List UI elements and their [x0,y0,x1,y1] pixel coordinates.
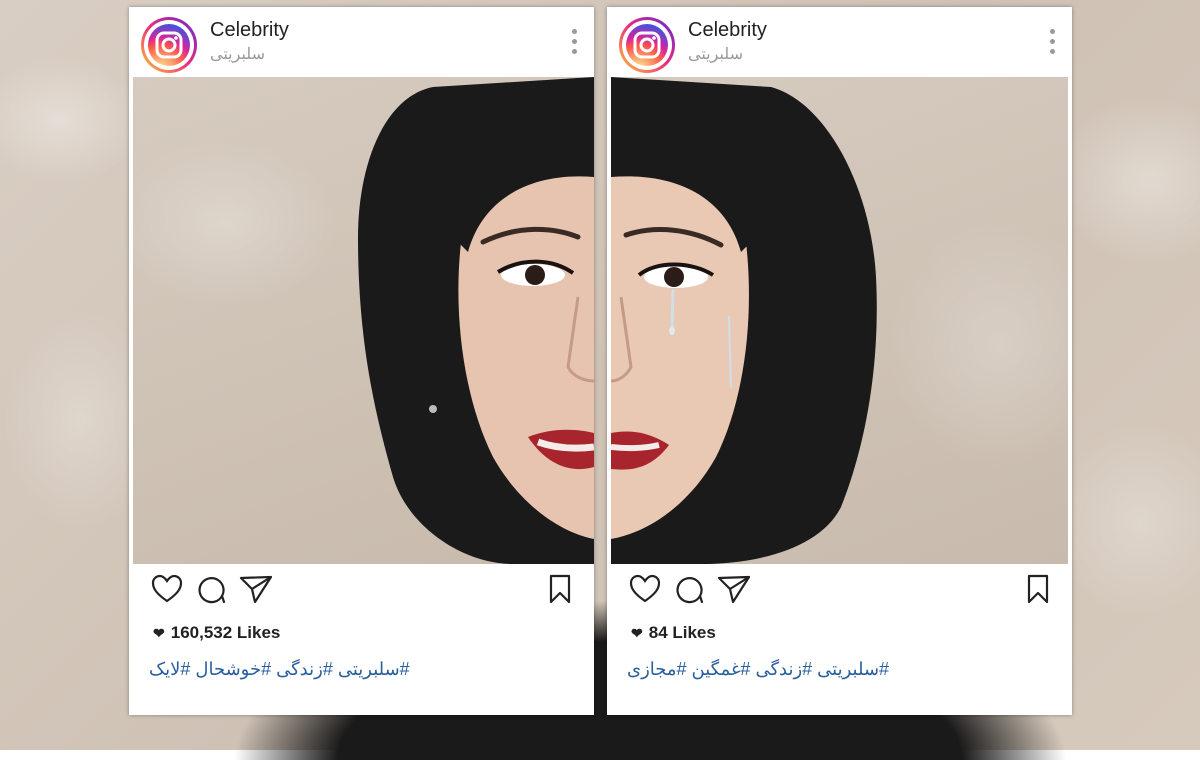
post-card-sad: Celebrity سلبریتی ❤ 84 Likes #سلبریتی #ز… [607,7,1072,715]
comment-icon[interactable] [196,574,226,604]
like-count-text: 160,532 Likes [170,623,281,642]
comment-icon[interactable] [674,574,704,604]
post-card-happy: Celebrity سلبریتی ❤ 160,532 Likes #سلبری… [129,7,594,715]
action-bar [629,574,1050,614]
post-photo [133,77,594,564]
username[interactable]: Celebrity [210,19,289,42]
bookmark-icon[interactable] [548,574,572,604]
share-icon[interactable] [239,574,273,604]
profile-avatar[interactable] [141,17,197,73]
more-options-icon[interactable] [1050,29,1056,57]
more-options-icon[interactable] [572,29,578,57]
share-icon[interactable] [717,574,751,604]
heart-filled-icon: ❤ [631,625,643,641]
post-photo [611,77,1068,564]
profile-avatar[interactable] [619,17,675,73]
hashtags[interactable]: #سلبریتی #زندگی #غمگین #مجازی [627,659,889,680]
user-subtitle: سلبریتی [210,46,265,63]
heart-filled-icon: ❤ [153,625,165,641]
username[interactable]: Celebrity [688,19,767,42]
bookmark-icon[interactable] [1026,574,1050,604]
like-count-text: 84 Likes [648,623,716,642]
user-subtitle: سلبریتی [688,46,743,63]
hashtags[interactable]: #سلبریتی #زندگی #خوشحال #لایک [149,659,410,680]
like-count: ❤ 160,532 Likes [153,623,280,643]
heart-icon[interactable] [151,574,183,604]
action-bar [151,574,572,614]
like-count: ❤ 84 Likes [631,623,716,643]
heart-icon[interactable] [629,574,661,604]
